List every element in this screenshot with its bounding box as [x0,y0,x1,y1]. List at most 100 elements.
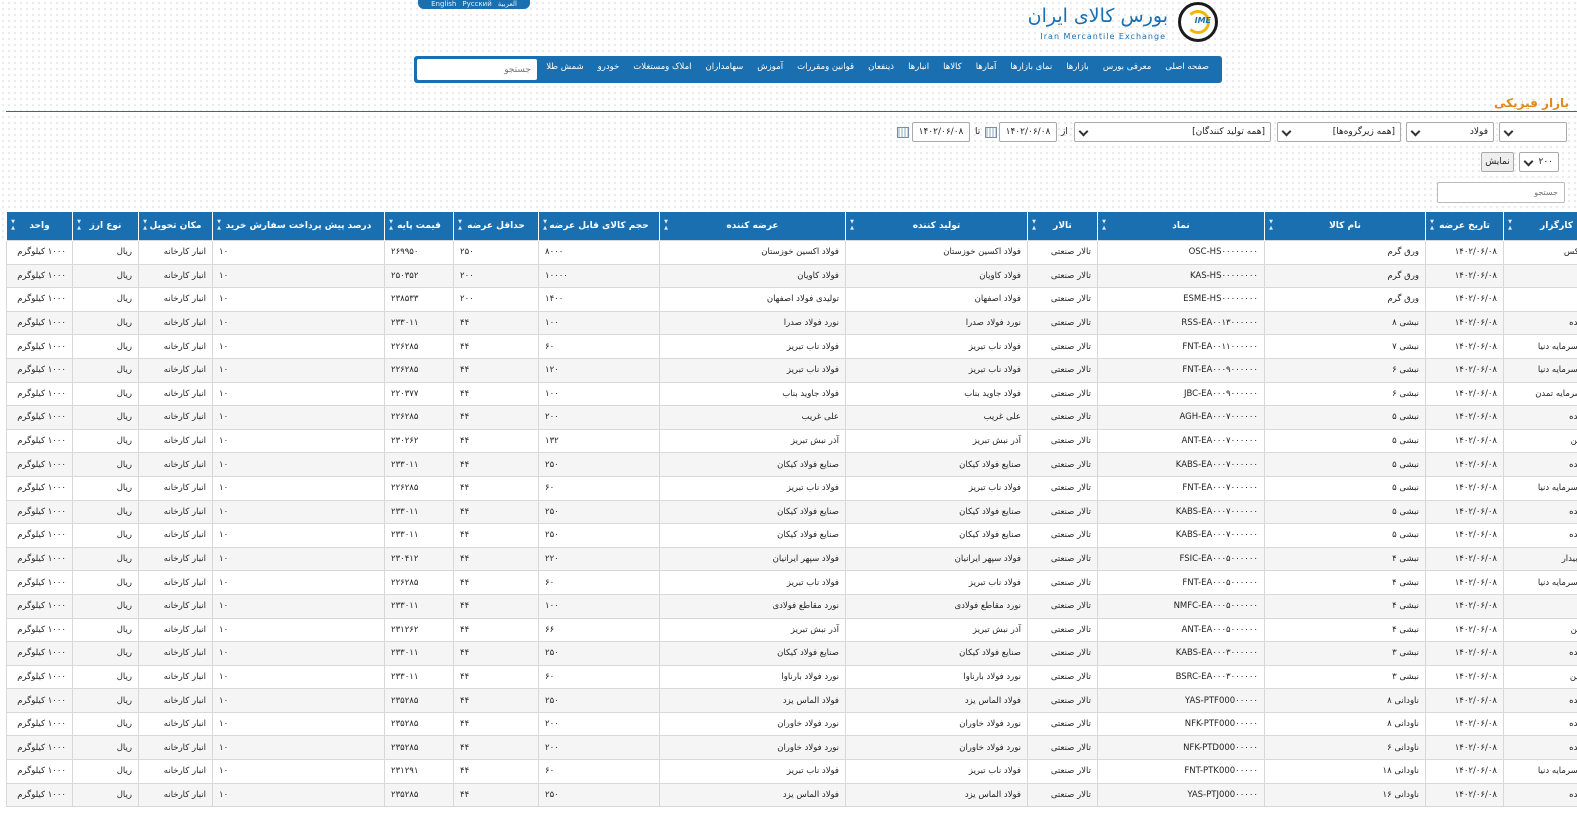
column-header[interactable]: نوع ارز ▲▼ [72,212,139,241]
table-row[interactable]: بانک آینده۱۴۰۲/۰۶/۰۸نبشی ۵KABS-EA۰۰۰۷۰۰۰… [6,499,1577,525]
column-header[interactable]: حداقل عرضه ▲▼ [453,212,539,241]
lang-english-link[interactable]: English [431,0,456,9]
table-cell: فارابی [1503,593,1577,619]
column-header[interactable]: مکان تحویل ▲▼ [138,212,213,241]
table-cell: فولاد الماس یزد [845,688,1028,713]
market-select[interactable] [1499,122,1567,142]
sort-arrows-icon[interactable]: ▲▼ [849,219,855,231]
table-row[interactable]: بانک آینده۱۴۰۲/۰۶/۰۸نبشی ۸RSS-EA۰۰۱۳۰۰۰۰… [6,310,1577,336]
table-row[interactable]: نگاه نوین۱۴۰۲/۰۶/۰۸نبشی ۴ANT-EA۰۰۰۵۰۰۰۰۰… [6,617,1577,643]
nav-regulations[interactable]: قوانین ومقررات [790,56,861,83]
table-row[interactable]: بانک آینده۱۴۰۲/۰۶/۰۸نبشی ۳KABS-EA۰۰۰۳۰۰۰… [6,641,1577,666]
table-cell: FSIC-EA۰۰۰۵۰۰۰۰۰۰ [1097,546,1265,572]
table-row[interactable]: توسعه سرمایه دنیا۱۴۰۲/۰۶/۰۸ناودانی ۱۸FNT… [6,759,1577,784]
column-header[interactable]: نام کالا ▲▼ [1264,212,1426,241]
producer-select[interactable]: [همه تولید کنندگان] [1074,122,1271,142]
nav-stakeholders[interactable]: ذینفعان [861,56,901,83]
column-header[interactable]: نماد ▲▼ [1097,212,1265,241]
nav-real-estate[interactable]: املاک ومستغلات [626,56,698,83]
show-button[interactable]: نمایش [1481,152,1514,172]
nav-gold-bullion[interactable]: شمش طلا [539,56,590,83]
table-row[interactable]: بانک آینده۱۴۰۲/۰۶/۰۸نبشی ۵AGH-EA۰۰۰۷۰۰۰۰… [6,405,1577,430]
table-row[interactable]: اقتصاد بیدار۱۴۰۲/۰۶/۰۸نبشی ۴FSIC-EA۰۰۰۵۰… [6,546,1577,572]
subgroup-select[interactable]: [همه زیرگروه‌ها] [1277,122,1401,142]
table-cell: توسعه سرمایه دنیا [1503,570,1577,595]
nav-shareholders[interactable]: سهامداران [699,56,751,83]
table-cell: ۲۵۰ [538,688,660,713]
table-cell: KABS-EA۰۰۰۷۰۰۰۰۰۰ [1097,452,1265,477]
table-cell: ۴۴ [453,523,539,548]
table-cell: ۲۳۳۰۱۱ [384,452,454,477]
table-row[interactable]: توسعه سرمایه دنیا۱۴۰۲/۰۶/۰۸نبشی ۷FNT-EA۰… [6,334,1577,359]
calendar-icon[interactable] [985,127,997,138]
table-row[interactable]: توسعه سرمایه دنیا۱۴۰۲/۰۶/۰۸نبشی ۴FNT-EA۰… [6,570,1577,595]
column-header[interactable]: عرضه کننده ▲▼ [659,212,846,241]
table-cell: فولاد ناب تبریز [845,570,1028,595]
table-row[interactable]: بانک آینده۱۴۰۲/۰۶/۰۸نبشی ۵KABS-EA۰۰۰۷۰۰۰… [6,452,1577,477]
table-row[interactable]: بانک آینده۱۴۰۲/۰۶/۰۸نبشی ۵KABS-EA۰۰۰۷۰۰۰… [6,523,1577,548]
table-row[interactable]: مهرآفرین۱۴۰۲/۰۶/۰۸نبشی ۳BSRC-EA۰۰۰۳۰۰۰۰۰… [6,664,1577,690]
table-row[interactable]: تامین سرمایه تمدن۱۴۰۲/۰۶/۰۸نبشی ۶JBC-EA۰… [6,381,1577,407]
sort-arrows-icon[interactable]: ▲▼ [1507,219,1513,231]
table-cell: تالار صنعتی [1027,240,1098,265]
table-row[interactable]: بانک آینده۱۴۰۲/۰۶/۰۸ناودانی ۶NFK-PTD000۰… [6,735,1577,761]
main-navigation: صفحه اصلی معرفی بورس بازارها نمای بازاره… [414,56,1222,83]
table-cell: NFK-PTF000۰۰۰۰۰ [1097,711,1265,737]
table-cell: ۱۰۰۰ کیلوگرم [6,381,73,407]
lang-russian-link[interactable]: Русский [462,0,491,9]
nav-market-view[interactable]: نمای بازارها [1003,56,1059,83]
sort-arrows-icon[interactable]: ▲▼ [1031,219,1037,231]
sort-arrows-icon[interactable]: ▲▼ [542,219,548,231]
column-header[interactable]: تولید کننده ▲▼ [845,212,1028,241]
date-to-input[interactable]: ۱۴۰۲/۰۶/۰۸ [912,122,970,142]
table-cell: نبشی ۵ [1264,523,1426,548]
table-row[interactable]: کاریزما۱۴۰۲/۰۶/۰۸ورق گرمKAS-HS۰۰۰۰۰۰۰۰تا… [6,263,1577,289]
table-cell: ریال [72,263,139,289]
sort-arrows-icon[interactable]: ▲▼ [1268,219,1274,231]
column-header[interactable]: کارگزار ▲▼ [1503,212,1577,241]
page-size-select[interactable]: ۲۰۰ [1519,152,1559,172]
nav-markets[interactable]: بازارها [1059,56,1096,83]
table-row[interactable]: فارابی۱۴۰۲/۰۶/۰۸نبشی ۴NMFC-EA۰۰۰۵۰۰۰۰۰۰ت… [6,593,1577,619]
table-row[interactable]: نگاه نوین۱۴۰۲/۰۶/۰۸نبشی ۵ANT-EA۰۰۰۷۰۰۰۰۰… [6,428,1577,454]
column-header[interactable]: واحد ▲▼ [6,212,73,241]
table-row[interactable]: توسعه سرمایه دنیا۱۴۰۲/۰۶/۰۸نبشی ۵FNT-EA۰… [6,475,1577,501]
column-header[interactable]: حجم کالای قابل عرضه ▲▼ [538,212,660,241]
table-cell: تالار صنعتی [1027,570,1098,595]
sort-arrows-icon[interactable]: ▲▼ [457,219,463,231]
group-select[interactable]: فولاد [1406,122,1494,142]
site-search-input[interactable] [417,59,537,80]
nav-warehouses[interactable]: انبارها [901,56,936,83]
sort-arrows-icon[interactable]: ▲▼ [216,219,222,231]
column-header[interactable]: تالار ▲▼ [1027,212,1098,241]
sort-arrows-icon[interactable]: ▲▼ [1101,219,1107,231]
nav-education[interactable]: آموزش [750,56,790,83]
table-cell: ۱۴۰۲/۰۶/۰۸ [1425,735,1504,761]
sort-arrows-icon[interactable]: ▲▼ [388,219,394,231]
nav-about[interactable]: معرفی بورس [1096,56,1158,83]
table-cell: ۴۴ [453,664,539,690]
column-header[interactable]: درصد پیش پرداخت سفارش خرید ▲▼ [212,212,385,241]
nav-automobile[interactable]: خودرو [591,56,627,83]
sort-arrows-icon[interactable]: ▲▼ [663,219,669,231]
sort-arrows-icon[interactable]: ▲▼ [10,219,16,231]
column-header[interactable]: تاریخ عرضه ▲▼ [1425,212,1504,241]
sort-arrows-icon[interactable]: ▲▼ [1429,219,1435,231]
table-row[interactable]: بانک آینده۱۴۰۲/۰۶/۰۸ناودانی ۱۶YAS-PTJ000… [6,782,1577,808]
table-row[interactable]: بانک آینده۱۴۰۲/۰۶/۰۸ناودانی ۸YAS-PTF000۰… [6,688,1577,713]
lang-arabic-link[interactable]: العربية [498,0,517,9]
column-header[interactable]: قیمت پایه ▲▼ [384,212,454,241]
sort-arrows-icon[interactable]: ▲▼ [76,219,82,231]
table-search-input[interactable] [1437,182,1565,203]
date-from-input[interactable]: ۱۴۰۲/۰۶/۰۸ [999,122,1057,142]
nav-commodities[interactable]: کالاها [936,56,969,83]
nav-home[interactable]: صفحه اصلی [1158,56,1216,83]
site-logo[interactable]: IME بورس کالای ایران Iran Mercantile Exc… [1028,2,1220,46]
table-row[interactable]: بانک آینده۱۴۰۲/۰۶/۰۸ناودانی ۸NFK-PTF000۰… [6,711,1577,737]
calendar-icon[interactable] [897,127,909,138]
nav-statistics[interactable]: آمارها [969,56,1004,83]
table-row[interactable]: پویان۱۴۰۲/۰۶/۰۸ورق گرمESME-HS۰۰۰۰۰۰۰۰تال… [6,287,1577,312]
table-row[interactable]: سی ولکس۱۴۰۲/۰۶/۰۸ورق گرمOSC-HS۰۰۰۰۰۰۰۰تا… [6,240,1577,265]
table-row[interactable]: توسعه سرمایه دنیا۱۴۰۲/۰۶/۰۸نبشی ۶FNT-EA۰… [6,357,1577,383]
sort-arrows-icon[interactable]: ▲▼ [142,219,148,231]
